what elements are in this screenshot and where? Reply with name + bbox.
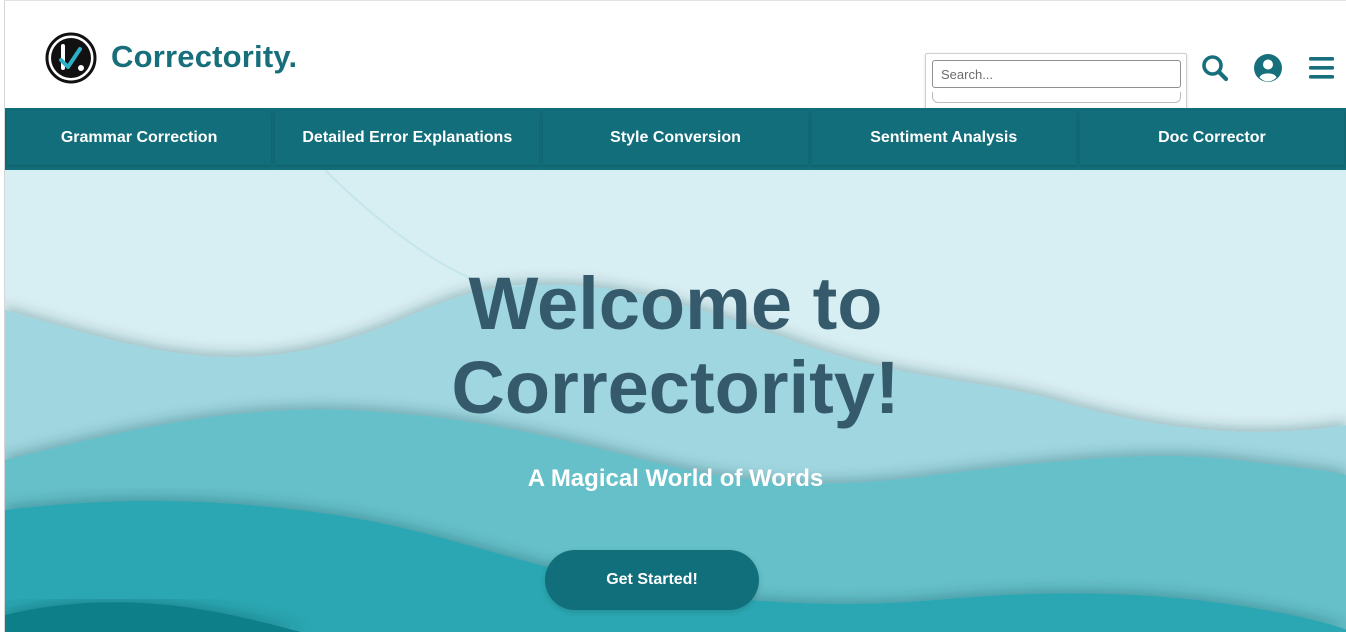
brand-logo-icon[interactable] xyxy=(45,32,97,84)
search-dropdown xyxy=(925,53,1187,110)
nav-item-grammar-correction[interactable]: Grammar Correction xyxy=(7,111,272,165)
nav-item-doc-corrector[interactable]: Doc Corrector xyxy=(1079,111,1345,165)
hero-section: Welcome to Correctority! A Magical World… xyxy=(5,170,1346,632)
search-input[interactable] xyxy=(932,60,1181,88)
get-started-button[interactable]: Get Started! xyxy=(545,550,759,610)
search-suggestions xyxy=(932,92,1181,103)
search-icon[interactable] xyxy=(1200,53,1230,83)
hero-title: Welcome to Correctority! xyxy=(5,262,1346,430)
main-nav: Grammar Correction Detailed Error Explan… xyxy=(5,108,1346,170)
hero-title-line-1: Welcome to xyxy=(468,262,883,345)
nav-item-sentiment-analysis[interactable]: Sentiment Analysis xyxy=(811,111,1076,165)
hero-title-line-2: Correctority! xyxy=(451,346,900,429)
nav-item-detailed-error-explanations[interactable]: Detailed Error Explanations xyxy=(275,111,540,165)
hamburger-menu-icon[interactable] xyxy=(1306,53,1336,83)
nav-item-style-conversion[interactable]: Style Conversion xyxy=(543,111,808,165)
site-header: Correctority. xyxy=(5,1,1346,110)
user-circle-icon[interactable] xyxy=(1253,53,1283,83)
brand-name[interactable]: Correctority. xyxy=(111,39,297,75)
page-frame: Correctority. Grammar Correction Detaile… xyxy=(4,0,1346,632)
hero-subtitle: A Magical World of Words xyxy=(527,465,824,492)
